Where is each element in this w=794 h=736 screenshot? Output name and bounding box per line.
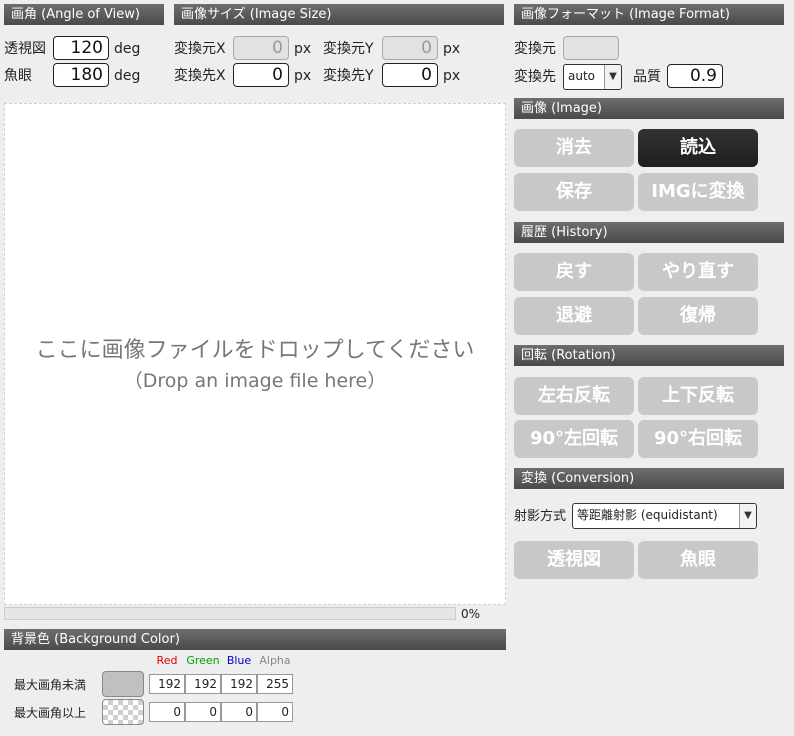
rotate-right-button[interactable]: 90°右回転 — [638, 420, 758, 458]
background-color-header: 背景色 (Background Color) — [4, 629, 506, 650]
chevron-down-icon: ▼ — [739, 504, 756, 528]
projection-select[interactable]: 等距離射影 (equidistant) ▼ — [572, 503, 757, 529]
progress-bar — [4, 607, 456, 620]
projection-value: 等距離射影 (equidistant) — [577, 508, 718, 522]
dst-y-unit: px — [443, 68, 461, 84]
bg-row1-red[interactable]: 192 — [149, 674, 185, 694]
src-x-unit: px — [294, 41, 312, 57]
drop-hint-english: （Drop an image file here） — [123, 370, 387, 392]
dst-y-label: 変換先Y — [323, 68, 374, 84]
src-x-input — [233, 36, 289, 60]
bg-color-swatch-inner[interactable] — [102, 671, 144, 697]
bg-row1-blue[interactable]: 192 — [221, 674, 257, 694]
quality-input[interactable] — [667, 64, 723, 88]
history-header: 履歴 (History) — [514, 222, 784, 243]
quality-label: 品質 — [633, 69, 661, 85]
load-button[interactable]: 読込 — [638, 129, 758, 167]
bg-row1-alpha[interactable]: 255 — [257, 674, 293, 694]
conversion-header: 変換 (Conversion) — [514, 468, 784, 489]
rotation-header: 回転 (Rotation) — [514, 345, 784, 366]
angle-header: 画角 (Angle of View) — [4, 4, 164, 25]
to-fisheye-button[interactable]: 魚眼 — [638, 541, 758, 579]
bg-color-swatch-outer[interactable] — [102, 699, 144, 725]
undo-button[interactable]: 戻す — [514, 253, 634, 291]
bg-row2-green[interactable]: 0 — [185, 702, 221, 722]
fisheye-angle-input[interactable] — [53, 63, 109, 87]
convert-to-img-button[interactable]: IMGに変換 — [638, 173, 758, 211]
chevron-down-icon: ▼ — [604, 65, 621, 89]
format-src-label: 変換元 — [514, 41, 556, 57]
dst-x-input[interactable] — [233, 63, 289, 87]
bg-row2-red[interactable]: 0 — [149, 702, 185, 722]
src-y-unit: px — [443, 41, 461, 57]
clear-button[interactable]: 消去 — [514, 129, 634, 167]
redo-button[interactable]: やり直す — [638, 253, 758, 291]
restore-button[interactable]: 復帰 — [638, 297, 758, 335]
save-button[interactable]: 保存 — [514, 173, 634, 211]
channel-label-blue: Blue — [226, 654, 252, 667]
dst-x-label: 変換先X — [174, 68, 226, 84]
to-perspective-button[interactable]: 透視図 — [514, 541, 634, 579]
format-dst-label: 変換先 — [514, 69, 556, 85]
src-x-label: 変換元X — [174, 41, 226, 57]
channel-label-alpha: Alpha — [259, 654, 291, 667]
dst-x-unit: px — [294, 68, 312, 84]
image-format-header: 画像フォーマット (Image Format) — [514, 4, 784, 25]
perspective-label: 透視図 — [4, 41, 46, 57]
image-size-header: 画像サイズ (Image Size) — [174, 4, 504, 25]
fisheye-unit: deg — [114, 68, 141, 84]
rotate-left-button[interactable]: 90°左回転 — [514, 420, 634, 458]
format-dst-value: auto — [568, 69, 596, 83]
flip-horizontal-button[interactable]: 左右反転 — [514, 377, 634, 415]
src-y-label: 変換元Y — [323, 41, 374, 57]
perspective-unit: deg — [114, 41, 141, 57]
format-dst-select[interactable]: auto ▼ — [563, 64, 622, 90]
flip-vertical-button[interactable]: 上下反転 — [638, 377, 758, 415]
bg-row1-label: 最大画角未満 — [14, 678, 87, 692]
dst-y-input[interactable] — [382, 63, 438, 87]
src-y-input — [382, 36, 438, 60]
progress-text: 0% — [461, 607, 481, 621]
fisheye-label: 魚眼 — [4, 68, 32, 84]
channel-label-green: Green — [186, 654, 220, 667]
image-drop-zone[interactable]: ここに画像ファイルをドロップしてください （Drop an image file… — [4, 103, 506, 605]
projection-label: 射影方式 — [514, 509, 567, 524]
channel-label-red: Red — [156, 654, 178, 667]
bg-row1-green[interactable]: 192 — [185, 674, 221, 694]
bg-row2-alpha[interactable]: 0 — [257, 702, 293, 722]
stash-button[interactable]: 退避 — [514, 297, 634, 335]
image-header: 画像 (Image) — [514, 98, 784, 119]
drop-hint-japanese: ここに画像ファイルをドロップしてください — [35, 338, 475, 363]
bg-row2-label: 最大画角以上 — [14, 706, 87, 720]
bg-row2-blue[interactable]: 0 — [221, 702, 257, 722]
perspective-angle-input[interactable] — [53, 36, 109, 60]
format-src-input — [563, 36, 619, 60]
